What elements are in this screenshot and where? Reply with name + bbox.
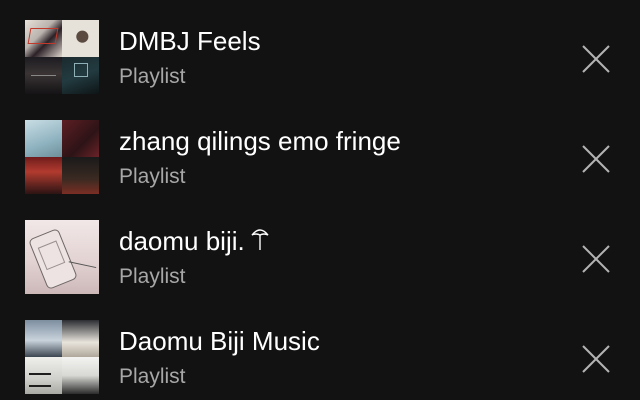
cover-tile <box>62 120 99 157</box>
cover-tile <box>25 120 62 157</box>
cover-tile <box>62 320 99 357</box>
playlist-cover <box>25 320 99 394</box>
list-item[interactable]: DMBJ Feels Playlist <box>0 20 640 96</box>
playlist-type: Playlist <box>119 365 186 388</box>
list-item[interactable]: daomu biji. Playlist <box>0 220 640 296</box>
playlist-list: DMBJ Feels Playlist zhang qilings emo fr… <box>0 0 640 400</box>
cover-tile <box>62 57 99 94</box>
playlist-type: Playlist <box>119 65 186 88</box>
remove-button[interactable] <box>578 341 614 377</box>
playlist-title: zhang qilings emo fringe <box>119 126 401 156</box>
playlist-cover <box>25 20 99 94</box>
close-icon <box>582 145 610 173</box>
close-icon <box>582 45 610 73</box>
playlist-title-text: daomu biji. <box>119 226 245 256</box>
cover-tile <box>25 320 62 357</box>
cover-tile <box>62 357 99 394</box>
playlist-title: daomu biji. <box>119 226 269 256</box>
close-icon <box>582 245 610 273</box>
umbrella-icon <box>251 229 269 250</box>
phone-illustration <box>28 227 78 291</box>
cover-tile <box>25 57 62 94</box>
cover-tile <box>25 357 62 394</box>
cover-tile <box>25 20 62 57</box>
playlist-title: DMBJ Feels <box>119 26 261 56</box>
remove-button[interactable] <box>578 41 614 77</box>
list-item[interactable]: Daomu Biji Music Playlist <box>0 320 640 396</box>
cover-tile <box>25 157 62 194</box>
remove-button[interactable] <box>578 241 614 277</box>
playlist-title: Daomu Biji Music <box>119 326 320 356</box>
playlist-type: Playlist <box>119 265 186 288</box>
playlist-cover <box>25 220 99 294</box>
cover-tile <box>62 20 99 57</box>
cover-tile <box>62 157 99 194</box>
playlist-type: Playlist <box>119 165 186 188</box>
remove-button[interactable] <box>578 141 614 177</box>
close-icon <box>582 345 610 373</box>
playlist-cover <box>25 120 99 194</box>
list-item[interactable]: zhang qilings emo fringe Playlist <box>0 120 640 196</box>
